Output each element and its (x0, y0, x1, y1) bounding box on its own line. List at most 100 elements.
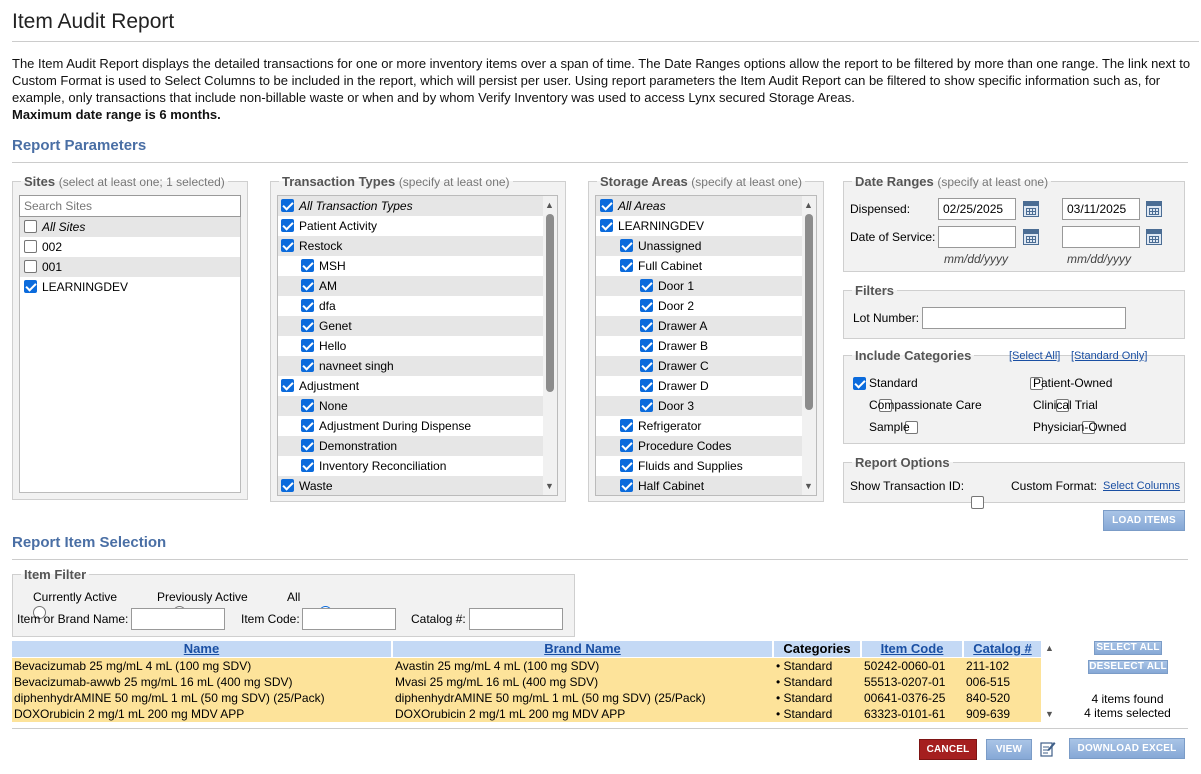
transaction-type-item[interactable]: Adjustment During Dispense (278, 416, 557, 436)
load-items-button[interactable]: LOAD ITEMS (1103, 510, 1185, 531)
storage-area-item[interactable]: Drawer B (596, 336, 816, 356)
dispensed-to-input[interactable]: 03/11/2025 (1062, 198, 1140, 220)
service-from-input[interactable] (938, 226, 1016, 248)
storage-area-checkbox[interactable] (620, 459, 633, 472)
storage-area-item[interactable]: Door 3 (596, 396, 816, 416)
transaction-type-checkbox[interactable] (301, 319, 314, 332)
deselect-all-button[interactable]: DESELECT ALL (1088, 660, 1168, 674)
transaction-type-item[interactable]: Hello (278, 336, 557, 356)
transaction-type-item[interactable]: None (278, 396, 557, 416)
storage-area-checkbox[interactable] (640, 399, 653, 412)
storage-area-checkbox[interactable] (620, 239, 633, 252)
storage-area-item[interactable]: All Areas (596, 196, 816, 216)
transaction-type-checkbox[interactable] (281, 379, 294, 392)
calendar-icon[interactable] (1023, 201, 1039, 217)
site-checkbox[interactable] (24, 240, 37, 253)
lot-number-input[interactable] (922, 307, 1126, 329)
storage-area-item[interactable]: Fluids and Supplies (596, 456, 816, 476)
storage-area-checkbox[interactable] (640, 319, 653, 332)
storage-area-checkbox[interactable] (640, 379, 653, 392)
site-item[interactable]: All Sites (20, 217, 240, 237)
transaction-type-item[interactable]: Waste (278, 476, 557, 495)
transaction-type-item[interactable]: MSH (278, 256, 557, 276)
storage-area-item[interactable]: Door 2 (596, 296, 816, 316)
storage-area-item[interactable]: Door 1 (596, 276, 816, 296)
column-header-brand-name[interactable]: Brand Name (393, 641, 772, 657)
storage-area-checkbox[interactable] (600, 199, 613, 212)
transaction-type-item[interactable]: Demonstration (278, 436, 557, 456)
export-edit-icon[interactable] (1040, 740, 1056, 757)
storage-area-checkbox[interactable] (600, 219, 613, 232)
transaction-type-item[interactable]: dfa (278, 296, 557, 316)
storage-area-checkbox[interactable] (640, 359, 653, 372)
storage-area-checkbox[interactable] (620, 479, 633, 492)
transaction-types-scrollbar[interactable]: ▲ ▼ (543, 196, 557, 495)
storage-area-item[interactable]: Drawer C (596, 356, 816, 376)
transaction-type-checkbox[interactable] (301, 279, 314, 292)
item-code-input[interactable] (302, 608, 396, 630)
table-scrollbar[interactable]: ▲ ▼ (1043, 641, 1057, 721)
select-columns-link[interactable]: Select Columns (1103, 480, 1180, 492)
transaction-type-checkbox[interactable] (301, 439, 314, 452)
scroll-up-icon[interactable]: ▲ (804, 200, 813, 210)
transaction-type-checkbox[interactable] (281, 219, 294, 232)
transaction-type-checkbox[interactable] (281, 239, 294, 252)
show-transaction-id-checkbox[interactable] (971, 496, 984, 509)
storage-area-item[interactable]: LEARNINGDEV (596, 216, 816, 236)
transaction-type-item[interactable]: Patient Activity (278, 216, 557, 236)
site-item[interactable]: 002 (20, 237, 240, 257)
transaction-type-checkbox[interactable] (281, 479, 294, 492)
column-header-catalog[interactable]: Catalog # (964, 641, 1041, 657)
download-excel-button[interactable]: DOWNLOAD EXCEL (1069, 738, 1185, 759)
storage-area-checkbox[interactable] (640, 279, 653, 292)
storage-area-item[interactable]: Procedure Codes (596, 436, 816, 456)
sites-search-input[interactable]: Search Sites (19, 195, 241, 217)
storage-area-checkbox[interactable] (620, 259, 633, 272)
categories-standard-only-link[interactable]: [Standard Only] (1071, 350, 1147, 362)
transaction-type-checkbox[interactable] (301, 299, 314, 312)
transaction-type-checkbox[interactable] (301, 359, 314, 372)
scroll-up-icon[interactable]: ▲ (545, 200, 554, 210)
dispensed-from-input[interactable]: 02/25/2025 (938, 198, 1016, 220)
site-checkbox[interactable] (24, 220, 37, 233)
storage-areas-scrollbar[interactable]: ▲ ▼ (802, 196, 816, 495)
calendar-icon[interactable] (1146, 201, 1162, 217)
transaction-type-checkbox[interactable] (301, 419, 314, 432)
categories-select-all-link[interactable]: [Select All] (1009, 350, 1060, 362)
storage-area-item[interactable]: Drawer D (596, 376, 816, 396)
transaction-type-checkbox[interactable] (301, 459, 314, 472)
site-item[interactable]: 001 (20, 257, 240, 277)
transaction-type-checkbox[interactable] (301, 259, 314, 272)
transaction-type-item[interactable]: Inventory Reconciliation (278, 456, 557, 476)
category-checkbox[interactable] (853, 377, 866, 390)
scroll-thumb[interactable] (546, 214, 554, 392)
storage-area-item[interactable]: Half Cabinet (596, 476, 816, 495)
storage-area-item[interactable]: Unassigned (596, 236, 816, 256)
column-header-item-code[interactable]: Item Code (862, 641, 962, 657)
transaction-type-checkbox[interactable] (301, 399, 314, 412)
transaction-type-item[interactable]: AM (278, 276, 557, 296)
site-item[interactable]: LEARNINGDEV (20, 277, 240, 297)
storage-area-item[interactable]: Drawer A (596, 316, 816, 336)
transaction-type-item[interactable]: All Transaction Types (278, 196, 557, 216)
transaction-type-checkbox[interactable] (281, 199, 294, 212)
column-header-name[interactable]: Name (12, 641, 391, 657)
scroll-down-icon[interactable]: ▼ (545, 481, 554, 491)
scroll-down-icon[interactable]: ▼ (1045, 709, 1054, 719)
storage-area-checkbox[interactable] (620, 439, 633, 452)
scroll-thumb[interactable] (805, 214, 813, 410)
transaction-type-item[interactable]: Adjustment (278, 376, 557, 396)
select-all-button[interactable]: SELECT ALL (1094, 641, 1162, 655)
transaction-type-item[interactable]: Restock (278, 236, 557, 256)
catalog-input[interactable] (469, 608, 563, 630)
site-checkbox[interactable] (24, 280, 37, 293)
scroll-up-icon[interactable]: ▲ (1045, 643, 1054, 653)
scroll-down-icon[interactable]: ▼ (804, 481, 813, 491)
storage-area-checkbox[interactable] (640, 299, 653, 312)
site-checkbox[interactable] (24, 260, 37, 273)
cancel-button[interactable]: CANCEL (919, 739, 977, 760)
calendar-icon[interactable] (1023, 229, 1039, 245)
storage-area-item[interactable]: Refrigerator (596, 416, 816, 436)
storage-area-item[interactable]: Full Cabinet (596, 256, 816, 276)
item-name-input[interactable] (131, 608, 225, 630)
